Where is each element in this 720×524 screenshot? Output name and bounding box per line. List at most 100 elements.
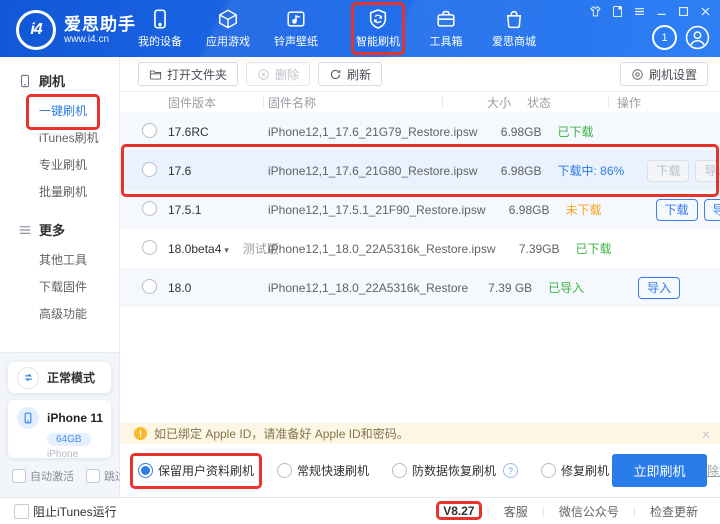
row-radio-cell: [142, 123, 168, 141]
footer-link-微信公众号[interactable]: 微信公众号: [559, 503, 619, 520]
app-url: www.i4.cn: [64, 34, 136, 45]
row-actions: 下载导入: [652, 199, 720, 221]
下载-button[interactable]: 下载: [656, 199, 698, 221]
i4-logo-icon: i4: [16, 10, 56, 50]
firmware-size: 7.39GB: [496, 242, 560, 256]
app-title: 爱思助手: [64, 16, 136, 34]
nav-item-phone[interactable]: 我的设备: [136, 0, 184, 57]
footer-link-检查更新[interactable]: 检查更新: [650, 503, 698, 520]
firmware-status: 已下载: [560, 240, 662, 257]
firmware-version: 17.6RC: [168, 125, 268, 139]
firmware-name: iPhone12,1_17.6_21G80_Restore.ipsw: [268, 164, 477, 178]
firmware-version-text: 18.0: [168, 281, 191, 295]
导入-button[interactable]: 导入: [638, 277, 680, 299]
maximize-icon[interactable]: [677, 5, 690, 18]
table-row: 18.0iPhone12,1_18.0_22A5316k_Restore7.39…: [120, 268, 720, 307]
close-icon[interactable]: [699, 5, 712, 18]
table-row: 18.0beta4▾测试版iPhone12,1_18.0_22A5316k_Re…: [120, 229, 720, 268]
separator: |: [633, 504, 636, 518]
sidebar-group-更多: 更多: [18, 220, 119, 239]
nav-item-bag[interactable]: 爱思商城: [490, 0, 538, 57]
firmware-version: 18.0beta4▾测试版: [168, 240, 268, 257]
device-type: iPhone: [47, 449, 111, 460]
version-label: V8.27: [443, 504, 474, 518]
firmware-radio[interactable]: [142, 279, 157, 294]
separator: |: [487, 504, 490, 518]
phone-icon: [149, 8, 171, 30]
firmware-toolbar: 打开文件夹 删除 刷新 刷机设置: [120, 57, 720, 92]
checkbox-icon: [14, 504, 29, 519]
firmware-radio[interactable]: [142, 240, 157, 255]
i4-assistant-window: i4 爱思助手 www.i4.cn 我的设备 应用游戏 铃声壁纸智能刷机 工具箱爱思商…: [0, 0, 720, 524]
minimize-icon[interactable]: [655, 5, 668, 18]
firmware-status: 下载中: 86%: [541, 162, 643, 179]
sidebar-item-批量刷机[interactable]: 批量刷机: [39, 179, 87, 206]
notice-text: 如已绑定 Apple ID，请准备好 Apple ID和密码。: [154, 425, 409, 442]
open-folder-button[interactable]: 打开文件夹: [138, 62, 238, 86]
nav-item-label: 我的设备: [138, 33, 182, 49]
firmware-radio[interactable]: [142, 123, 157, 138]
row-actions: 导入: [634, 277, 720, 299]
firmware-version-text: 17.6RC: [168, 125, 209, 139]
refresh-button[interactable]: 刷新: [318, 62, 382, 86]
nav-item-cube[interactable]: 应用游戏: [204, 0, 252, 57]
nav-item-music[interactable]: 铃声壁纸: [272, 0, 320, 57]
flash-mode-options: 保留用户资料刷机常规快速刷机防数据恢复刷机?修复刷机?只想抹除数据?立即刷机: [120, 444, 720, 497]
column-header-固件版本: 固件版本: [168, 94, 268, 111]
sidebar-item-下载固件[interactable]: 下载固件: [39, 274, 87, 301]
firmware-version-text: 18.0beta4: [168, 242, 221, 256]
sidebar-group-刷机: 刷机: [18, 71, 119, 90]
flash-option-保留用户资料刷机[interactable]: 保留用户资料刷机: [138, 462, 254, 479]
block-itunes-checkbox[interactable]: 阻止iTunes运行: [14, 503, 117, 520]
help-icon[interactable]: ?: [503, 463, 518, 478]
mode-label: 正常模式: [47, 369, 95, 386]
mode-card[interactable]: 正常模式: [8, 362, 111, 393]
flash-now-button[interactable]: 立即刷机: [612, 454, 707, 487]
flash-option-label: 修复刷机: [561, 462, 609, 479]
delete-button[interactable]: 删除: [246, 62, 310, 86]
flash-option-label: 常规快速刷机: [297, 462, 369, 479]
sidebar-item-高级功能[interactable]: 高级功能: [39, 301, 87, 328]
导入-button[interactable]: 导入: [695, 160, 720, 182]
device-capacity-badge: 64GB: [47, 433, 91, 446]
warning-icon: !: [134, 427, 147, 440]
flash-option-label: 保留用户资料刷机: [158, 462, 254, 479]
firmware-status: 已下载: [541, 123, 643, 140]
firmware-name: iPhone12,1_17.5.1_21F90_Restore.ipsw: [268, 203, 486, 217]
nav-item-label: 智能刷机: [356, 33, 400, 49]
sidebar-item-iTunes刷机[interactable]: iTunes刷机: [39, 125, 99, 152]
row-radio-cell: [142, 240, 168, 258]
feedback-icon[interactable]: [611, 5, 624, 18]
flash-option-常规快速刷机[interactable]: 常规快速刷机: [277, 462, 369, 479]
sidebar-item-一键刷机[interactable]: 一键刷机: [39, 98, 87, 125]
radio-icon: [392, 463, 407, 478]
nav-item-toolbox[interactable]: 工具箱: [422, 0, 470, 57]
footer-link-客服[interactable]: 客服: [504, 503, 528, 520]
chevron-down-icon[interactable]: ▾: [224, 245, 229, 255]
window-controls: [589, 5, 712, 18]
导入-button[interactable]: 导入: [704, 199, 720, 221]
sidebar-item-其他工具[interactable]: 其他工具: [39, 247, 87, 274]
nav-item-shield[interactable]: 智能刷机: [354, 0, 402, 57]
user-avatar-icon[interactable]: [685, 25, 710, 50]
sidebar-device-panel: 正常模式 iPhone 11 64GB iPhone 自动激活 跳过向导: [0, 352, 119, 497]
menu-icon[interactable]: [633, 5, 646, 18]
skin-icon[interactable]: [589, 5, 602, 18]
firmware-size: 6.98GB: [477, 164, 541, 178]
checkbox-icon: [86, 469, 100, 483]
firmware-name: iPhone12,1_18.0_22A5316k_Restore: [268, 281, 468, 295]
checkbox-icon: [12, 469, 26, 483]
firmware-size: 6.98GB: [486, 203, 550, 217]
close-icon[interactable]: ×: [702, 426, 710, 442]
nav-item-label: 应用游戏: [206, 33, 250, 49]
primary-nav: 我的设备 应用游戏 铃声壁纸智能刷机 工具箱爱思商城: [136, 0, 558, 57]
flash-settings-button[interactable]: 刷机设置: [620, 62, 708, 86]
sidebar-item-专业刷机[interactable]: 专业刷机: [39, 152, 87, 179]
notification-badge[interactable]: 1: [652, 25, 677, 50]
flash-option-防数据恢复刷机[interactable]: 防数据恢复刷机?: [392, 462, 518, 479]
firmware-radio[interactable]: [142, 201, 157, 216]
firmware-radio[interactable]: [142, 162, 157, 177]
下载-button[interactable]: 下载: [647, 160, 689, 182]
radio-icon: [277, 463, 292, 478]
auto-activate-checkbox[interactable]: 自动激活: [12, 468, 74, 484]
